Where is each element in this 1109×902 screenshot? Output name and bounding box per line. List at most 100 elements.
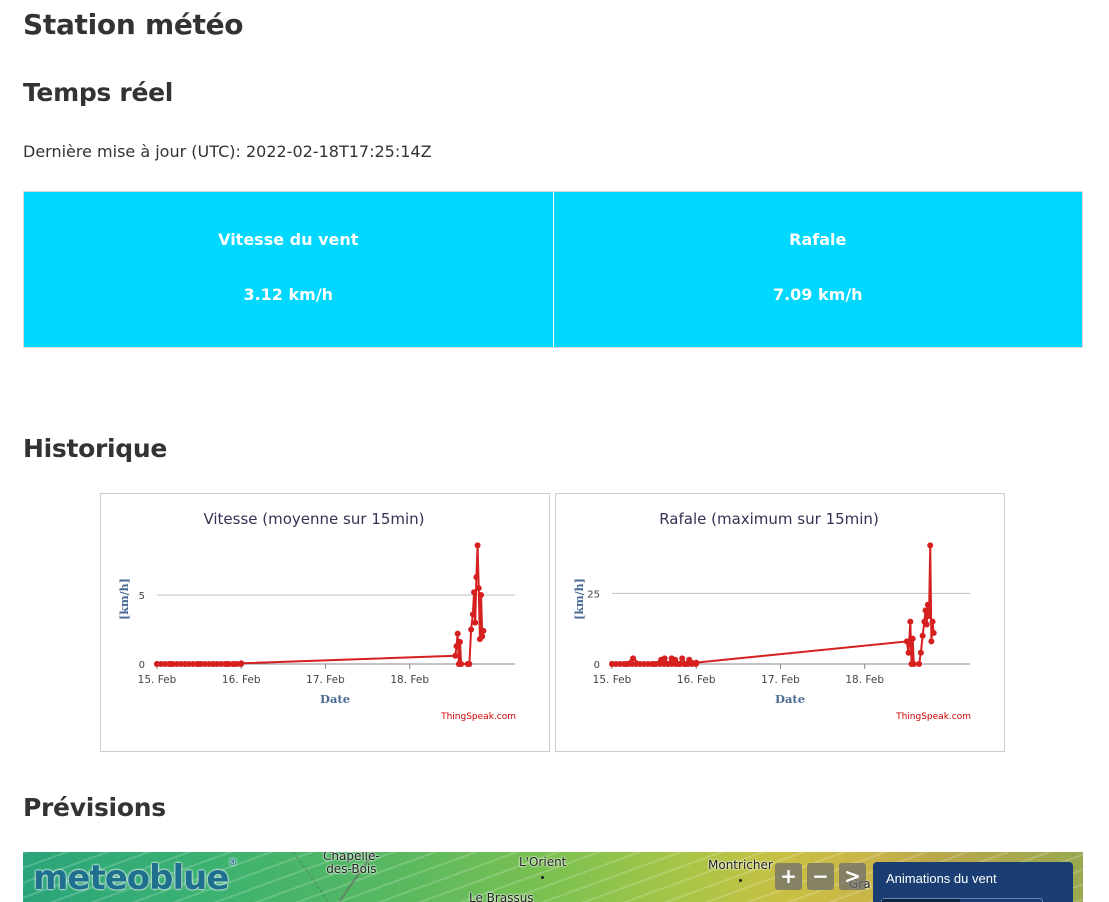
data-point <box>154 661 160 667</box>
data-point <box>651 661 658 667</box>
data-point <box>168 661 175 667</box>
chart-credit: ThingSpeak.com <box>440 712 516 722</box>
x-tick-label: 16. Feb <box>677 674 716 686</box>
data-point <box>693 659 700 666</box>
data-point <box>909 635 916 642</box>
data-point <box>905 649 912 656</box>
logo-registered-mark: ® <box>228 858 237 868</box>
y-axis-title: [km/h] <box>118 578 131 620</box>
gust-label: Rafale <box>789 230 847 249</box>
y-tick-label: 0 <box>139 660 145 671</box>
x-tick-label: 15. Feb <box>138 674 177 686</box>
data-point <box>454 630 461 637</box>
data-point <box>917 649 924 656</box>
data-point <box>665 661 672 667</box>
x-tick-label: 17. Feb <box>761 674 800 686</box>
place-dot <box>541 876 545 879</box>
data-point <box>903 638 910 645</box>
data-point <box>458 661 465 667</box>
data-point <box>910 661 917 667</box>
data-point <box>469 611 476 618</box>
data-point <box>916 661 923 667</box>
data-point <box>475 585 482 592</box>
data-point <box>928 638 935 645</box>
realtime-heading: Temps réel <box>23 78 174 107</box>
page-title: Station météo <box>23 8 244 41</box>
wind-speed-cell: Vitesse du vent 3.12 km/h <box>24 192 553 347</box>
wind-speed-label: Vitesse du vent <box>218 230 359 249</box>
map-place-label: Montricher <box>708 859 773 885</box>
place-name: des-Bois <box>326 862 377 876</box>
data-point <box>623 661 630 667</box>
last-update-text: Dernière mise à jour (UTC): 2022-02-18T1… <box>23 142 432 161</box>
data-point <box>679 655 686 662</box>
data-point <box>924 601 931 608</box>
data-point <box>926 613 933 619</box>
data-point <box>468 626 475 633</box>
map-place-label: Chapelle- des-Bois <box>323 852 380 876</box>
wind-speed-chart-svg: Vitesse (moyenne sur 15min) 0 5 15. Feb 16. … <box>118 510 516 722</box>
place-name: Montricher <box>708 858 773 872</box>
data-point <box>210 661 217 667</box>
data-point <box>479 633 486 640</box>
data-point <box>238 660 245 667</box>
wind-forecast-map[interactable]: meteoblue® Chapelle- des-Bois L'Orient L… <box>23 852 1083 902</box>
y-axis-title: [km/h] <box>573 578 586 620</box>
wind-animation-panel[interactable]: Animations du vent <box>873 862 1073 902</box>
meteoblue-logo[interactable]: meteoblue® <box>33 858 237 898</box>
gust-cell: Rafale 7.09 km/h <box>553 192 1082 347</box>
series-line <box>157 545 485 665</box>
data-point <box>637 661 644 667</box>
zoom-in-button[interactable]: + <box>775 863 802 890</box>
place-dot <box>738 879 742 882</box>
data-point <box>474 542 481 549</box>
chart-title: Rafale (maximum sur 15min) <box>659 510 879 528</box>
x-tick-label: 18. Feb <box>845 674 884 686</box>
x-tick-label: 18. Feb <box>390 674 429 686</box>
x-tick-label: 17. Feb <box>306 674 345 686</box>
place-name: Le Brassus <box>469 891 534 902</box>
data-point <box>675 661 682 667</box>
data-point <box>457 638 464 645</box>
history-heading: Historique <box>23 434 168 463</box>
data-point <box>466 661 473 667</box>
animation-tabs[interactable] <box>881 898 1043 902</box>
zoom-out-button[interactable]: − <box>807 863 834 890</box>
data-point <box>452 652 459 659</box>
data-point <box>922 607 929 614</box>
data-point <box>478 592 485 599</box>
data-point <box>473 574 480 581</box>
wind-speed-chart: Vitesse (moyenne sur 15min) 0 5 15. Feb 16. … <box>100 493 550 752</box>
wind-animation-title: Animations du vent <box>886 871 997 886</box>
data-point <box>930 629 937 636</box>
data-point <box>661 655 668 662</box>
x-axis-title: Date <box>320 692 350 706</box>
data-point <box>919 632 926 639</box>
data-point <box>480 627 487 634</box>
map-place-label: L'Orient <box>519 856 566 882</box>
chart-credit: ThingSpeak.com <box>895 712 971 722</box>
gust-value: 7.09 km/h <box>772 285 863 304</box>
data-point <box>231 661 238 667</box>
place-name: L'Orient <box>519 855 567 869</box>
data-point <box>471 589 478 596</box>
y-tick-label: 0 <box>594 660 600 671</box>
data-point <box>196 661 203 667</box>
realtime-table: Vitesse du vent 3.12 km/h Rafale 7.09 km… <box>23 191 1083 348</box>
data-point <box>923 621 930 628</box>
data-point <box>929 618 936 625</box>
next-button[interactable]: > <box>839 863 866 890</box>
data-point <box>907 618 914 625</box>
y-tick-label: 5 <box>139 591 145 602</box>
x-tick-label: 15. Feb <box>593 674 632 686</box>
gust-chart-svg: Rafale (maximum sur 15min) 0 25 15. Feb 16. … <box>573 510 971 722</box>
x-axis-title: Date <box>775 692 805 706</box>
wind-speed-value: 3.12 km/h <box>243 285 334 304</box>
chart-title: Vitesse (moyenne sur 15min) <box>203 510 424 528</box>
data-point <box>927 542 934 549</box>
x-tick-label: 16. Feb <box>222 674 261 686</box>
data-point <box>686 656 693 663</box>
data-point <box>609 661 615 667</box>
y-tick-label: 25 <box>587 589 600 600</box>
map-place-label: Le Brassus <box>469 892 534 902</box>
